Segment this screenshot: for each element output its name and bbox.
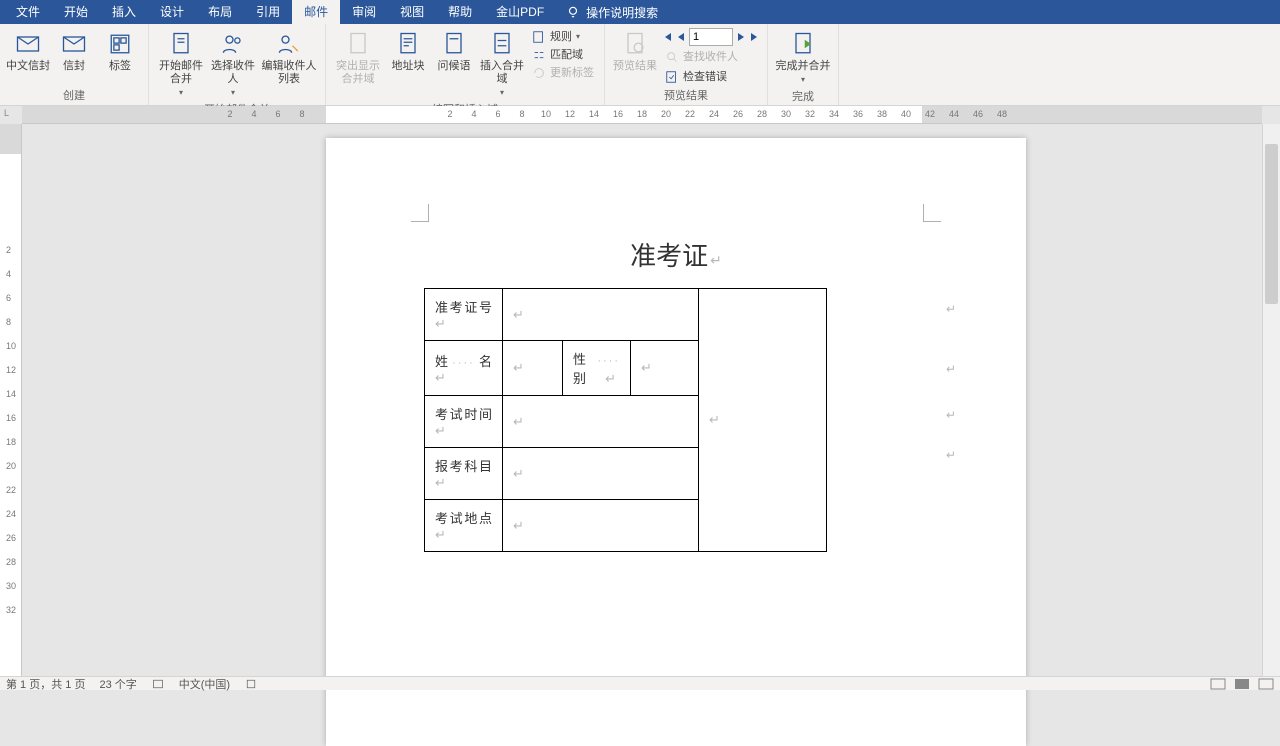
field-icon: [488, 30, 516, 58]
tab-design[interactable]: 设计: [148, 0, 196, 24]
cell-value: ↵: [631, 341, 699, 396]
tab-layout[interactable]: 布局: [196, 0, 244, 24]
document-area: L 86422468101214161820222426283032343638…: [0, 106, 1280, 676]
check-icon: [665, 70, 679, 84]
vertical-ruler[interactable]: 2468101214161820222426283032: [0, 124, 22, 676]
people-icon: [219, 30, 247, 58]
print-layout-icon[interactable]: [1234, 678, 1250, 690]
cell-photo: ↵: [699, 289, 827, 552]
label-icon: [106, 30, 134, 58]
rules-button[interactable]: 规则 ▾: [528, 28, 598, 46]
cell-label: 姓····名↵: [425, 341, 503, 396]
match-fields-button[interactable]: 匹配域: [528, 46, 598, 64]
rules-icon: [532, 30, 546, 44]
horizontal-ruler[interactable]: 8642246810121416182022242628303234363840…: [22, 106, 1262, 124]
group-finish: 完成并合并 ▾ 完成: [768, 24, 839, 105]
envelope-icon: [14, 30, 42, 58]
tab-file[interactable]: 文件: [4, 0, 52, 24]
edit-recipient-list-button[interactable]: 编辑收件人列表: [259, 26, 319, 88]
cell-value: ↵: [503, 396, 699, 448]
web-layout-icon[interactable]: [1258, 678, 1274, 690]
check-errors-button[interactable]: 检查错误: [661, 68, 761, 86]
cell-value: ↵: [503, 448, 699, 500]
greeting-line-button[interactable]: 问候语: [432, 26, 476, 75]
read-mode-icon[interactable]: [1210, 678, 1226, 690]
update-labels-button: 更新标签: [528, 64, 598, 82]
insert-merge-field-button[interactable]: 插入合并域 ▾: [478, 26, 526, 101]
cell-label: 考试时间↵: [425, 396, 503, 448]
status-language[interactable]: 中文(中国): [179, 676, 230, 692]
group-start-merge: 开始邮件合并 ▾ 选择收件人 ▾ 编辑收件人列表 开始邮件合并: [149, 24, 326, 105]
record-navigation[interactable]: [661, 28, 761, 46]
group-label: 完成: [774, 88, 832, 106]
people-edit-icon: [275, 30, 303, 58]
menu-tabs: 文件 开始 插入 设计 布局 引用 邮件 审阅 视图 帮助 金山PDF 操作说明…: [0, 0, 1280, 24]
update-icon: [532, 66, 546, 80]
chinese-envelope-button[interactable]: 中文信封: [6, 26, 50, 75]
next-record-icon[interactable]: [735, 31, 747, 43]
table-row: 准考证号↵ ↵ ↵: [425, 289, 827, 341]
finish-icon: [789, 30, 817, 58]
form-table[interactable]: 准考证号↵ ↵ ↵ 姓····名↵ ↵ 性····别↵ ↵ 考试时间↵ ↵ 报考…: [424, 288, 827, 552]
cell-label: 性····别↵: [563, 341, 631, 396]
status-page[interactable]: 第 1 页，共 1 页: [6, 676, 85, 692]
tab-wpspdf[interactable]: 金山PDF: [484, 0, 556, 24]
cell-value: ↵: [503, 289, 699, 341]
address-icon: [394, 30, 422, 58]
spellcheck-icon[interactable]: [151, 678, 165, 690]
tell-me-label: 操作说明搜索: [586, 4, 658, 21]
cell-value: ↵: [503, 341, 563, 396]
address-block-button[interactable]: 地址块: [386, 26, 430, 75]
tell-me-search[interactable]: 操作说明搜索: [566, 4, 658, 21]
preview-icon: [621, 30, 649, 58]
group-label: 预览结果: [611, 87, 761, 105]
search-icon: [665, 50, 679, 64]
highlight-merge-fields-button: 突出显示合并域: [332, 26, 384, 88]
lightbulb-icon: [566, 5, 580, 19]
ribbon: 中文信封 信封 标签 创建 开始邮件合并 ▾ 选择收件人 ▾: [0, 24, 1280, 106]
tab-review[interactable]: 审阅: [340, 0, 388, 24]
margin-mark: [411, 204, 429, 222]
cell-label: 准考证号↵: [425, 289, 503, 341]
select-recipients-button[interactable]: 选择收件人 ▾: [209, 26, 257, 101]
status-bar: 第 1 页，共 1 页 23 个字 中文(中国): [0, 676, 1280, 690]
tab-view[interactable]: 视图: [388, 0, 436, 24]
record-number-input[interactable]: [689, 28, 733, 46]
page[interactable]: 准考证↵ 准考证号↵ ↵ ↵ 姓····名↵ ↵ 性····别↵ ↵ 考试时间↵…: [326, 138, 1026, 746]
margin-mark: [923, 204, 941, 222]
cell-value: ↵: [503, 500, 699, 552]
labels-button[interactable]: 标签: [98, 26, 142, 75]
find-recipient-button: 查找收件人: [661, 48, 761, 66]
group-write-fields: 突出显示合并域 地址块 问候语 插入合并域 ▾ 规则 ▾ 匹配域 更新标签 编写…: [326, 24, 605, 105]
envelope-button[interactable]: 信封: [52, 26, 96, 75]
doc-title[interactable]: 准考证↵: [326, 236, 1026, 273]
document-icon: [167, 30, 195, 58]
first-record-icon[interactable]: [661, 31, 673, 43]
tab-references[interactable]: 引用: [244, 0, 292, 24]
last-record-icon[interactable]: [749, 31, 761, 43]
group-label: 创建: [6, 87, 142, 105]
macro-icon[interactable]: [244, 678, 258, 690]
status-words[interactable]: 23 个字: [99, 676, 136, 692]
finish-merge-button[interactable]: 完成并合并 ▾: [774, 26, 832, 88]
ruler-corner: L: [4, 108, 9, 118]
start-mail-merge-button[interactable]: 开始邮件合并 ▾: [155, 26, 207, 101]
tab-mailings[interactable]: 邮件: [292, 0, 340, 24]
tab-help[interactable]: 帮助: [436, 0, 484, 24]
preview-results-button: 预览结果: [611, 26, 659, 75]
envelope-icon: [60, 30, 88, 58]
vertical-scrollbar[interactable]: [1262, 124, 1280, 676]
group-create: 中文信封 信封 标签 创建: [0, 24, 149, 105]
tab-home[interactable]: 开始: [52, 0, 100, 24]
prev-record-icon[interactable]: [675, 31, 687, 43]
match-icon: [532, 48, 546, 62]
tab-insert[interactable]: 插入: [100, 0, 148, 24]
highlight-icon: [344, 30, 372, 58]
cell-label: 考试地点↵: [425, 500, 503, 552]
greeting-icon: [440, 30, 468, 58]
cell-label: 报考科目↵: [425, 448, 503, 500]
group-preview: 预览结果 查找收件人 检查错误 预览结果: [605, 24, 768, 105]
